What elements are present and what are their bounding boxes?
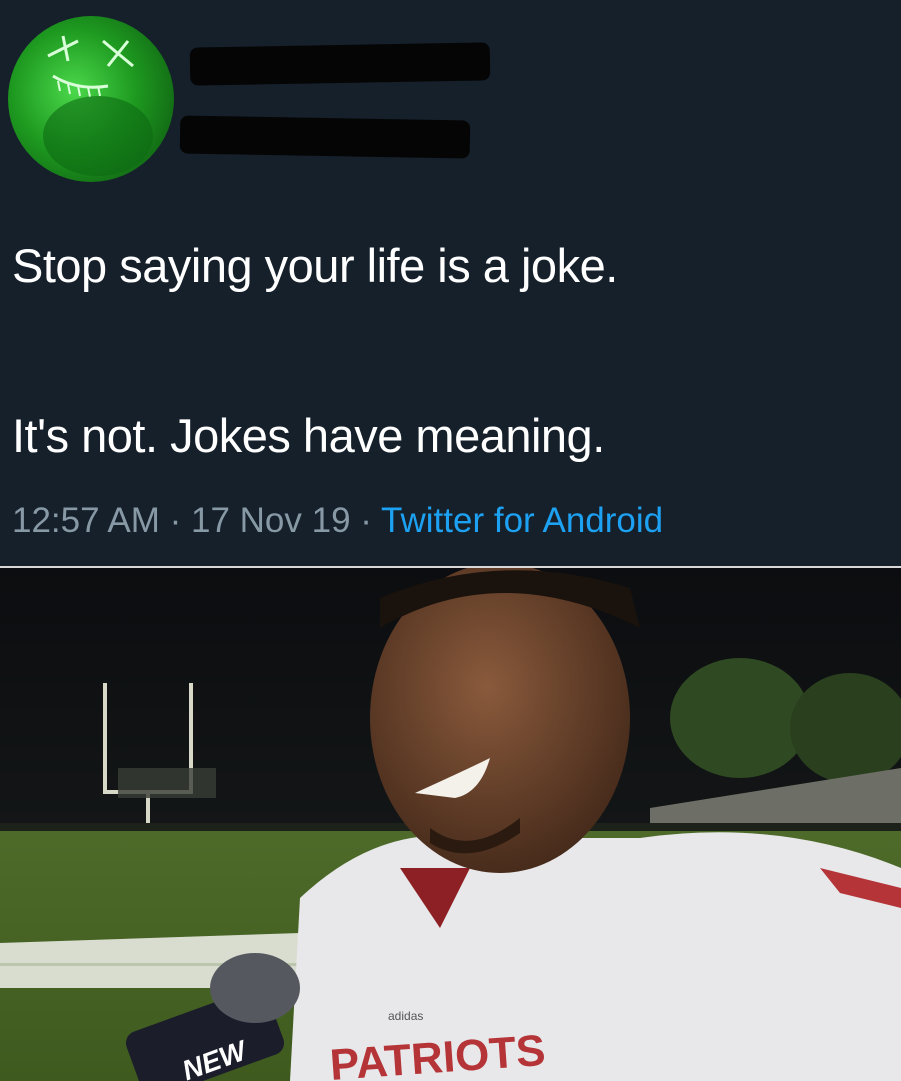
redacted-username xyxy=(179,115,471,159)
avatar-image xyxy=(43,35,153,176)
redacted-display-name xyxy=(189,42,491,86)
reaction-photo-illustration: NEW PATRIOTS adidas xyxy=(0,568,901,1081)
separator: · xyxy=(350,501,382,540)
tweet-text-line-1: Stop saying your life is a joke. xyxy=(12,239,618,292)
reaction-photo: NEW PATRIOTS adidas xyxy=(0,568,901,1081)
avatar[interactable] xyxy=(8,16,174,182)
tweet-date[interactable]: 17 Nov 19 xyxy=(191,501,351,540)
separator: · xyxy=(159,501,191,540)
tweet-card: Stop saying your life is a joke. It's no… xyxy=(0,0,901,568)
brand-text: adidas xyxy=(388,1009,423,1023)
tweet-time[interactable]: 12:57 AM xyxy=(12,501,160,540)
tweet-text-line-2: It's not. Jokes have meaning. xyxy=(12,409,605,462)
tweet-metadata: 12:57 AM · 17 Nov 19 · Twitter for Andro… xyxy=(12,500,663,542)
tweet-source-link[interactable]: Twitter for Android xyxy=(381,501,663,540)
